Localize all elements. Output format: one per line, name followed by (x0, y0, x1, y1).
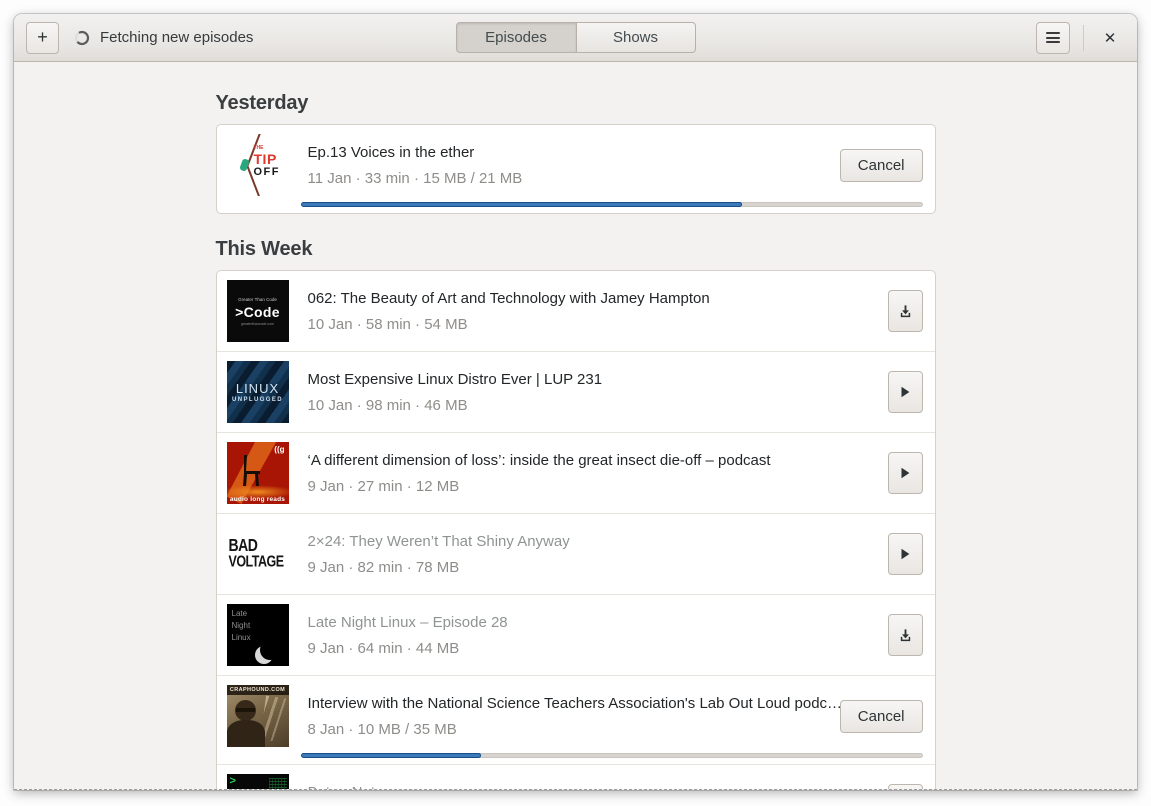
play-icon (901, 548, 910, 560)
chair-graphic (242, 455, 260, 486)
headerbar: + Fetching new episodes Episodes Shows ✕ (14, 14, 1137, 62)
download-icon (900, 304, 910, 317)
download-progressbar (300, 753, 923, 758)
episode-meta: 9 Jan · 82 min · 78 MB (307, 559, 460, 576)
download-episode-button[interactable] (887, 784, 923, 789)
episode-meta: 8 Jan · 10 MB / 35 MB (307, 721, 457, 738)
episode-title: ‘A different dimension of loss’: inside … (307, 452, 771, 469)
download-progressbar (300, 202, 923, 207)
feed-section: Yesterday THE TIP OFF Ep.13 Voices in the … (215, 90, 936, 214)
episode-row: LINUX UNPLUGGED Most Expensive Linux Dist… (216, 351, 935, 432)
podcast-cover-art: Late Night Linux (226, 604, 289, 666)
episode-row: CRAPHOUND.COM Interview with the Nationa… (216, 675, 935, 764)
download-icon (900, 628, 910, 641)
podcasts-app-window: + Fetching new episodes Episodes Shows ✕… (14, 14, 1137, 790)
hamburger-menu-icon (1046, 30, 1060, 46)
status-text: Fetching new episodes (100, 29, 254, 46)
episode-title: 2×24: They Weren’t That Shiny Anyway (307, 533, 570, 550)
episode-meta: 10 Jan · 58 min · 54 MB (307, 316, 468, 333)
section-title: Yesterday (215, 92, 309, 114)
episode-row: ((g audio long reads ‘A different dimensi… (216, 432, 935, 513)
episodes-card: Greater Than Code >Code greaterthancode.co… (215, 270, 936, 789)
episodes-feed: Yesterday THE TIP OFF Ep.13 Voices in the … (215, 62, 936, 789)
cancel-download-button[interactable]: Cancel (839, 148, 923, 182)
podcast-cover-art: THE TIP OFF (226, 134, 289, 196)
episode-title: Late Night Linux – Episode 28 (307, 614, 508, 631)
plus-icon: + (37, 27, 48, 47)
play-icon (901, 386, 910, 398)
episode-title: Ep.13 Voices in the ether (307, 144, 475, 161)
podcast-cover-art: >IRL (226, 774, 289, 789)
headerbar-separator (1083, 24, 1084, 51)
play-episode-button[interactable] (887, 533, 923, 575)
section-title: This Week (215, 238, 313, 260)
episode-row: THE TIP OFF Ep.13 Voices in the ether 11 J… (217, 125, 935, 213)
view-switcher: Episodes Shows (455, 22, 696, 53)
episode-row: Late Night Linux Late Night Linux – Episod… (216, 594, 935, 675)
feed-section: This Week Greater Than Code >Code greatert… (215, 236, 936, 789)
play-icon (901, 467, 910, 479)
episode-title: 062: The Beauty of Art and Technology wi… (307, 290, 710, 307)
podcast-cover-art: LINUX UNPLUGGED (226, 361, 289, 423)
app-menu-button[interactable] (1036, 21, 1070, 54)
episode-meta: 10 Jan · 98 min · 46 MB (307, 397, 468, 414)
close-icon: ✕ (1103, 29, 1117, 47)
tab-shows[interactable]: Shows (575, 22, 696, 53)
crescent-moon-graphic (259, 640, 280, 660)
play-episode-button[interactable] (887, 452, 923, 494)
progress-fill (300, 202, 743, 207)
episode-meta: 9 Jan · 27 min · 12 MB (307, 478, 460, 495)
window-close-button[interactable]: ✕ (1095, 23, 1125, 53)
desktop-background: + Fetching new episodes Episodes Shows ✕… (0, 0, 1151, 806)
episode-row: >IRL Bot or Not (216, 764, 935, 789)
episode-meta: 11 Jan · 33 min · 15 MB / 21 MB (307, 170, 523, 187)
add-podcast-button[interactable]: + (26, 21, 59, 54)
podcast-cover-art: CRAPHOUND.COM (226, 685, 289, 747)
loading-spinner-icon (74, 30, 90, 46)
episode-title: Bot or Not (308, 782, 888, 789)
cancel-download-button[interactable]: Cancel (839, 699, 923, 733)
episode-title: Interview with the National Science Teac… (307, 695, 840, 712)
tab-episodes[interactable]: Episodes (455, 22, 576, 53)
episodes-card: THE TIP OFF Ep.13 Voices in the ether 11 J… (215, 124, 936, 214)
progress-fill (300, 753, 481, 758)
episode-row: Greater Than Code >Code greaterthancode.co… (217, 271, 935, 351)
episode-meta: 9 Jan · 64 min · 44 MB (307, 640, 460, 657)
podcast-cover-art: BAD VOLTAGE (226, 523, 289, 585)
episodes-scroll-area[interactable]: Yesterday THE TIP OFF Ep.13 Voices in the … (14, 62, 1137, 789)
episode-title: Most Expensive Linux Distro Ever | LUP 2… (307, 371, 603, 388)
download-episode-button[interactable] (887, 614, 923, 656)
podcast-cover-art: ((g audio long reads (226, 442, 289, 504)
podcast-cover-art: Greater Than Code >Code greaterthancode.co… (226, 280, 289, 342)
play-episode-button[interactable] (887, 371, 923, 413)
download-episode-button[interactable] (887, 290, 923, 332)
episode-row: BAD VOLTAGE 2×24: They Weren’t That Shiny… (216, 513, 935, 594)
